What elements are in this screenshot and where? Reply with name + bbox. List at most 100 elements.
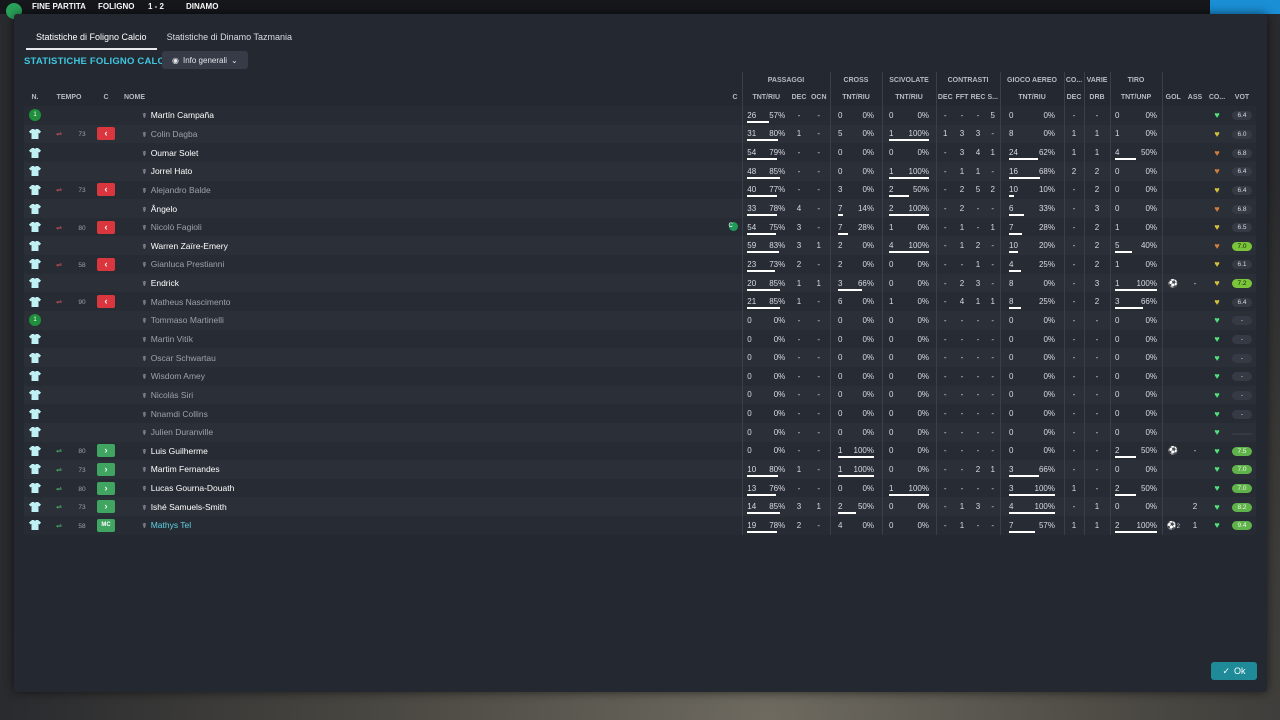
dribbles: 1 [1094, 148, 1100, 158]
tackles-bar: 1 100% [889, 129, 929, 142]
aerial-pct: 0% [1043, 390, 1055, 400]
table-row[interactable]: ☤ Endrick 20 85% 1 1 3 66% 0 0% -2 3-8 0% -3 1 100% ⚽ - ♥ 7… [24, 273, 1256, 293]
passes-total: 26 [747, 110, 757, 120]
table-row[interactable]: ⇌ 73 ‹ ☤ Colin Dagba 31 80% 1-5 0% 1 100% 1 3 3-8 0% 1 1… [24, 124, 1256, 144]
table-row[interactable]: ☤ Oscar Schwartau 0 0% - - 0 0% 0 0% - - - - 0 0% - - 0 0% ♥… [24, 348, 1256, 367]
table-row[interactable]: ☤ Martin Vitík 0 0% - - 0 0% 0 0% - - - - 0 0% - - 0 0% ♥ - [24, 329, 1256, 349]
contr-dec: - [943, 166, 947, 176]
table-row[interactable]: ⇌ 90 ‹ ☤ Matheus Nascimento 21 85% 1-6 0% 1 0% -4 1 1… [24, 292, 1256, 312]
table-row[interactable]: ☤ Jorrel Hato 48 85% - -0 0% 1 100% -1 1-16 68% 2 2 0 0… [24, 161, 1256, 181]
table-row[interactable]: ☤ Julien Duranville 0 0% - -0 0% 0 0% - - - -0 0% - -0 0… [24, 422, 1256, 442]
tab-away-stats[interactable]: Statistiche di Dinamo Tazmania [157, 24, 302, 50]
col-co[interactable]: CO... [1206, 88, 1228, 106]
aerial-bar: 8 0% [1009, 279, 1055, 288]
col-contr-dec[interactable]: DEC [935, 88, 954, 106]
condition-heart-icon: ♥ [1214, 334, 1220, 344]
col-gol[interactable]: GOL [1161, 88, 1184, 106]
table-row[interactable]: ☤ Nicolás Siri 0 0% - - 0 0% 0 0% - - - - 0 0% - - 0 0% ♥ - [24, 385, 1256, 405]
col-pass-ocn[interactable]: OCN [808, 88, 830, 106]
player-name-cell[interactable]: ☤ Nicolás Siri [138, 385, 742, 405]
pass-ocn-cell: - [808, 385, 830, 405]
view-dropdown[interactable]: ◉ Info generali ⌄ [162, 51, 248, 69]
col-tiro-tnt-unp[interactable]: TNT/UNP [1109, 88, 1162, 106]
player-name-cell[interactable]: ☤ Wisdom Amey [138, 366, 742, 386]
player-name-cell[interactable]: ☤ Martín Campaña [138, 106, 742, 125]
table-row[interactable]: 1 ☤ Martín Campaña 26 57% - -0 0% 0 0% - - -5 0 0% - -0 0… [24, 106, 1256, 125]
col-contr-s[interactable]: S... [986, 88, 1000, 106]
col-nome[interactable]: NOME C [120, 88, 742, 106]
spacer-cell [120, 329, 138, 349]
player-name-cell[interactable]: ☤ Ishé Samuels-Smith [138, 497, 742, 517]
sub-out-arrows-icon: ⇌ [56, 131, 62, 139]
shots: 2 50% [1109, 441, 1162, 461]
player-name-cell[interactable]: ☤ Jorrel Hato [138, 161, 742, 181]
table-row[interactable]: ⇌ 80 › ☤ Lucas Gourna-Douath 13 76% - -0 0% 1 100% -… [24, 478, 1256, 498]
co-dec-cell: - [1063, 460, 1084, 479]
player-name-cell[interactable]: ☤ Tommaso Martinelli [138, 311, 742, 330]
ok-button[interactable]: ✓ Ok [1211, 662, 1257, 680]
col-pass-tnt-riu[interactable]: TNT/RIU [741, 88, 790, 106]
col-scivolate-tnt-riu[interactable]: TNT/RIU [881, 88, 936, 106]
player-name-cell[interactable]: ☤ Luis Guilherme [138, 441, 742, 461]
contr-fft: - [960, 315, 964, 325]
player-name-cell[interactable]: ☤ Warren Zaïre-Emery [138, 236, 742, 256]
passes-pct: 85% [769, 278, 786, 288]
player-name-cell[interactable]: ☤ Matheus Nascimento [138, 292, 742, 312]
table-row[interactable]: 1 ☤ Tommaso Martinelli 0 0% - - 0 0% 0 0% - - - - 0 0% - -… [24, 311, 1256, 330]
assists: 2 [1192, 502, 1198, 512]
table-row[interactable]: ⇌ 73 › ☤ Martim Fernandes 10 80% 1-1 100% 0 0% - -2 1… [24, 460, 1256, 479]
col-pass-dec[interactable]: DEC [790, 88, 808, 106]
table-row[interactable]: ☤ Warren Zaïre-Emery 59 83% 3 1 2 0% 4 100% -1 2-10… [24, 236, 1256, 256]
shirt-cell [24, 236, 46, 256]
player-name-cell[interactable]: ☤ Nicolò Fagioli C [138, 217, 742, 237]
tackles-total: 0 [889, 502, 894, 512]
shots-bar: 1 100% [1115, 279, 1157, 291]
table-row[interactable]: ⇌ 80 › ☤ Luis Guilherme 0 0% - - 1 100% 0 0% - - - - 0 0% -… [24, 441, 1256, 461]
col-vot[interactable]: VOT [1228, 88, 1256, 106]
contr-rec-cell: 1 [970, 161, 986, 181]
player-name-cell[interactable]: ☤ Martin Vitík [138, 329, 742, 349]
table-row[interactable]: ⇌ 80 ‹ ☤ Nicolò Fagioli C 54 75% 3-7 28% 1 0% -1-1 7 2… [24, 217, 1256, 237]
contr-rec-cell: 3 [970, 497, 986, 517]
aerial: 0 0% [999, 106, 1064, 125]
table-row[interactable]: ⇌ 58 MC ☤ Mathys Tel 19 78% 2 - 4 0% 0 0% - 1 - - 7 57% 1 1 2… [24, 516, 1256, 535]
col-tempo[interactable]: TEMPO [46, 88, 92, 106]
table-row[interactable]: ⇌ 58 ‹ ☤ Gianluca Prestianni 23 73% 2-2 0% 0 0% - -1… [24, 255, 1256, 274]
player-name-cell[interactable]: ☤ Oumar Solet [138, 143, 742, 162]
minutes-cell: 73 [72, 124, 92, 144]
pass-ocn: - [817, 110, 821, 120]
col-aereo-tnt-riu[interactable]: TNT/RIU [999, 88, 1064, 106]
tackles-pct: 0% [917, 409, 929, 419]
table-row[interactable]: ☤ Ângelo 33 78% 4 - 7 14% 2 100% - 2 - - 6 33% - 3 0 0% ♥ 6.8 [24, 199, 1256, 218]
table-row[interactable]: ☤ Nnamdi Collins 0 0% - - 0 0% 0 0% - - - - 0 0% - - 0 0% ♥ - [24, 404, 1256, 423]
col-c[interactable]: C [92, 88, 120, 106]
player-name-cell[interactable]: ☤ Endrick [138, 273, 742, 293]
player-name-cell[interactable]: ☤ Martim Fernandes [138, 460, 742, 479]
player-name-cell[interactable]: ☤ Nnamdi Collins [138, 404, 742, 423]
topbar-right-button[interactable] [1210, 0, 1280, 14]
col-n[interactable]: N. [24, 88, 46, 106]
minutes-cell [72, 236, 92, 256]
table-row[interactable]: ☤ Wisdom Amey 0 0% - - 0 0% 0 0% - - - - 0 0% - - 0 0% ♥ - [24, 366, 1256, 386]
col-varie-drb[interactable]: DRB [1083, 88, 1110, 106]
player-name-cell[interactable]: ☤ Alejandro Balde [138, 180, 742, 200]
col-contr-fft[interactable]: FFT [954, 88, 970, 106]
player-name-cell[interactable]: ☤ Julien Duranville [138, 422, 742, 442]
person-icon: ☤ [142, 430, 147, 438]
player-name-cell[interactable]: ☤ Gianluca Prestianni [138, 255, 742, 274]
table-row[interactable]: ⇌ 73 ‹ ☤ Alejandro Balde 40 77% - -3 0% 2 50% -2 5 2 10… [24, 180, 1256, 200]
table-row[interactable]: ⇌ 73 › ☤ Ishé Samuels-Smith 14 85% 3 1 2 50% 0 0% -1 3… [24, 497, 1256, 517]
shots-pct: 50% [1140, 483, 1157, 493]
tab-home-stats[interactable]: Statistiche di Foligno Calcio [26, 24, 157, 50]
col-contr-rec[interactable]: REC [970, 88, 986, 106]
player-name-cell[interactable]: ☤ Oscar Schwartau [138, 348, 742, 367]
col-ass[interactable]: ASS [1184, 88, 1206, 106]
player-name-cell[interactable]: ☤ Ângelo [138, 199, 742, 218]
player-name-cell[interactable]: ☤ Mathys Tel [138, 516, 742, 535]
player-name: Alejandro Balde [150, 184, 211, 195]
player-name-cell[interactable]: ☤ Lucas Gourna-Douath [138, 478, 742, 498]
player-name-cell[interactable]: ☤ Colin Dagba [138, 124, 742, 144]
col-co-dec[interactable]: DEC [1063, 88, 1084, 106]
table-row[interactable]: ☤ Oumar Solet 54 79% - -0 0% 0 0% -3 4 1 24 62% 1 1 4 50%… [24, 143, 1256, 162]
col-cross-tnt-riu[interactable]: TNT/RIU [829, 88, 882, 106]
